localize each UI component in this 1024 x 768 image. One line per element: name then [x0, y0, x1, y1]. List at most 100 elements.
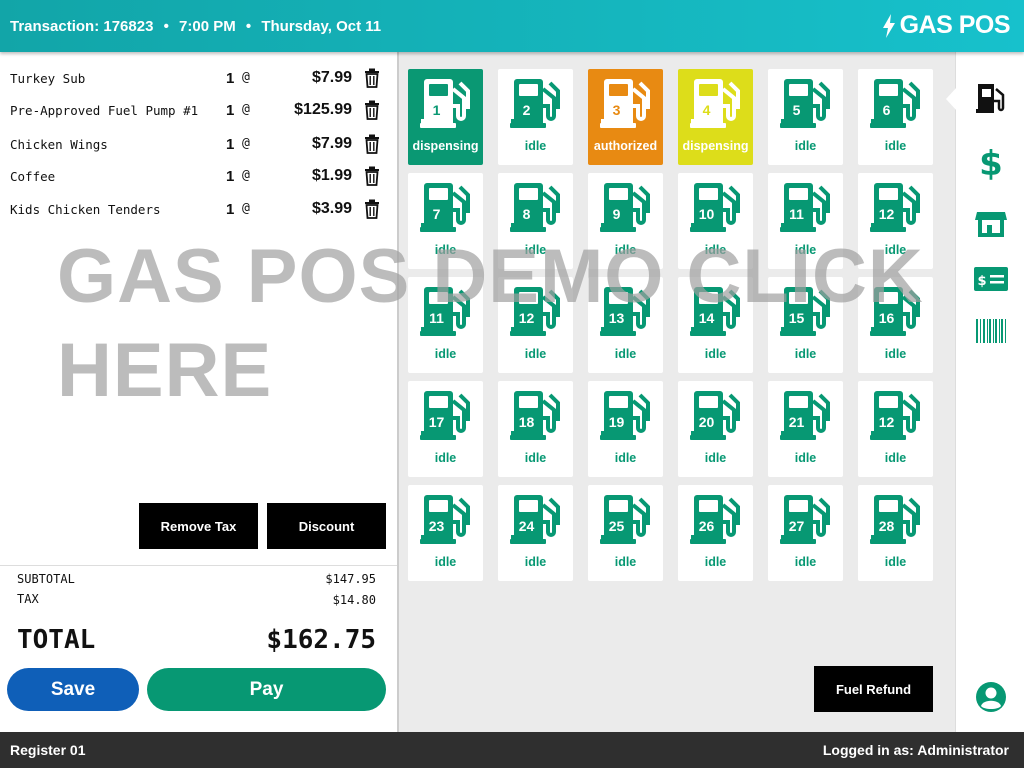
pump-status: idle: [794, 555, 817, 569]
item-name: Coffee: [10, 169, 56, 184]
pump-tile[interactable]: 5 idle: [768, 69, 843, 165]
demo-watermark-link[interactable]: GAS POS DEMO CLICK HERE: [57, 230, 957, 418]
pump-number: 1: [432, 102, 441, 118]
item-quantity[interactable]: 1: [226, 70, 234, 87]
discount-button[interactable]: Discount: [267, 503, 386, 549]
pump-status: idle: [884, 451, 907, 465]
pump-status: dispensing: [682, 139, 749, 153]
pump-tile[interactable]: 27 idle: [768, 485, 843, 581]
svg-text:$: $: [977, 274, 986, 289]
pump-number: 5: [792, 102, 801, 118]
pump-tile[interactable]: 26 idle: [678, 485, 753, 581]
pump-tile[interactable]: 23 idle: [408, 485, 483, 581]
pump-status: idle: [434, 555, 457, 569]
pos-app: Transaction: 176823 • 7:00 PM • Thursday…: [0, 0, 1024, 768]
cart-line-item: Chicken Wings 1 @ $7.99: [10, 133, 385, 155]
transaction-time: 7:00 PM: [179, 18, 236, 35]
pump-number: 8: [522, 206, 531, 222]
pump-tile[interactable]: 4 dispensing: [678, 69, 753, 165]
pump-status: idle: [794, 451, 817, 465]
item-quantity[interactable]: 1: [226, 102, 234, 119]
item-price: $7.99: [311, 135, 352, 152]
pump-status: idle: [524, 555, 547, 569]
pump-status: idle: [884, 139, 907, 153]
remove-tax-button[interactable]: Remove Tax: [139, 503, 258, 549]
pump-number: 9: [612, 206, 621, 222]
pump-number: 10: [698, 206, 715, 222]
pump-status: idle: [794, 139, 817, 153]
pump-number: 7: [432, 206, 441, 222]
separator-dot: •: [245, 18, 252, 35]
user-account-icon[interactable]: [973, 679, 1009, 715]
tax-label: TAX: [17, 592, 39, 606]
pump-status: idle: [434, 451, 457, 465]
flame-icon: [882, 13, 895, 38]
item-price: $1.99: [311, 167, 352, 184]
item-at-symbol: @: [242, 201, 250, 216]
tax-value: $14.80: [332, 593, 376, 607]
item-quantity[interactable]: 1: [226, 201, 234, 218]
pump-status: idle: [524, 139, 547, 153]
pump-status: idle: [884, 555, 907, 569]
subtotal-value: $147.95: [325, 572, 376, 586]
cart-line-item: Turkey Sub 1 @ $7.99: [10, 67, 385, 89]
dollar-icon[interactable]: $: [973, 144, 1009, 180]
item-name: Chicken Wings: [10, 137, 108, 152]
save-button[interactable]: Save: [7, 668, 139, 711]
transaction-date: Thursday, Oct 11: [261, 18, 382, 35]
pump-number: 27: [788, 518, 805, 534]
payment-card-icon[interactable]: $: [973, 261, 1009, 297]
pump-status: idle: [704, 451, 727, 465]
pump-number: 12: [878, 206, 895, 222]
subtotal-label: SUBTOTAL: [17, 572, 75, 586]
pump-status: idle: [524, 451, 547, 465]
pump-number: 3: [612, 102, 621, 118]
pay-button[interactable]: Pay: [147, 668, 386, 711]
pump-status: dispensing: [412, 139, 479, 153]
pump-tile[interactable]: 1 dispensing: [408, 69, 483, 165]
pump-tile[interactable]: 6 idle: [858, 69, 933, 165]
trash-icon[interactable]: [363, 199, 381, 219]
status-footer: Register 01 Logged in as: Administrator: [0, 732, 1024, 768]
pump-number: 24: [518, 518, 535, 534]
pump-status: idle: [704, 555, 727, 569]
item-at-symbol: @: [242, 136, 250, 151]
transaction-number: Transaction: 176823: [10, 18, 154, 35]
pump-tile[interactable]: 3 authorized: [588, 69, 663, 165]
fuel-refund-button[interactable]: Fuel Refund: [814, 666, 933, 712]
top-header: Transaction: 176823 • 7:00 PM • Thursday…: [0, 0, 1024, 52]
pump-status: idle: [614, 555, 637, 569]
total-label: TOTAL: [17, 625, 96, 655]
cart-line-item: Coffee 1 @ $1.99: [10, 165, 385, 187]
pump-tile[interactable]: 24 idle: [498, 485, 573, 581]
item-quantity[interactable]: 1: [226, 168, 234, 185]
trash-icon[interactable]: [363, 134, 381, 154]
pump-number: 4: [702, 102, 711, 118]
item-name: Kids Chicken Tenders: [10, 202, 161, 217]
pump-number: 28: [878, 518, 895, 534]
trash-icon[interactable]: [363, 68, 381, 88]
active-indicator: [946, 87, 957, 111]
pump-status: idle: [614, 451, 637, 465]
item-name: Pre-Approved Fuel Pump #1: [10, 103, 199, 118]
pump-number: 26: [698, 518, 715, 534]
pump-tile[interactable]: 28 idle: [858, 485, 933, 581]
item-price: $3.99: [311, 200, 352, 217]
trash-icon[interactable]: [363, 100, 381, 120]
store-icon[interactable]: [973, 206, 1009, 242]
item-name: Turkey Sub: [10, 71, 86, 86]
total-value: $162.75: [266, 625, 376, 655]
barcode-icon[interactable]: [973, 313, 1009, 349]
pump-tile[interactable]: 2 idle: [498, 69, 573, 165]
logo-text: GAS POS: [899, 11, 1011, 39]
item-at-symbol: @: [242, 168, 250, 183]
register-label: Register 01: [10, 742, 86, 758]
trash-icon[interactable]: [363, 166, 381, 186]
pump-tile[interactable]: 25 idle: [588, 485, 663, 581]
fuel-pump-icon[interactable]: [973, 81, 1009, 117]
item-quantity[interactable]: 1: [226, 136, 234, 153]
transaction-info: Transaction: 176823 • 7:00 PM • Thursday…: [10, 18, 381, 35]
pump-status: authorized: [593, 139, 658, 153]
cart-line-item: Pre-Approved Fuel Pump #1 1 @ $125.99: [10, 99, 385, 121]
gas-pos-logo: GAS POS: [881, 11, 1011, 40]
